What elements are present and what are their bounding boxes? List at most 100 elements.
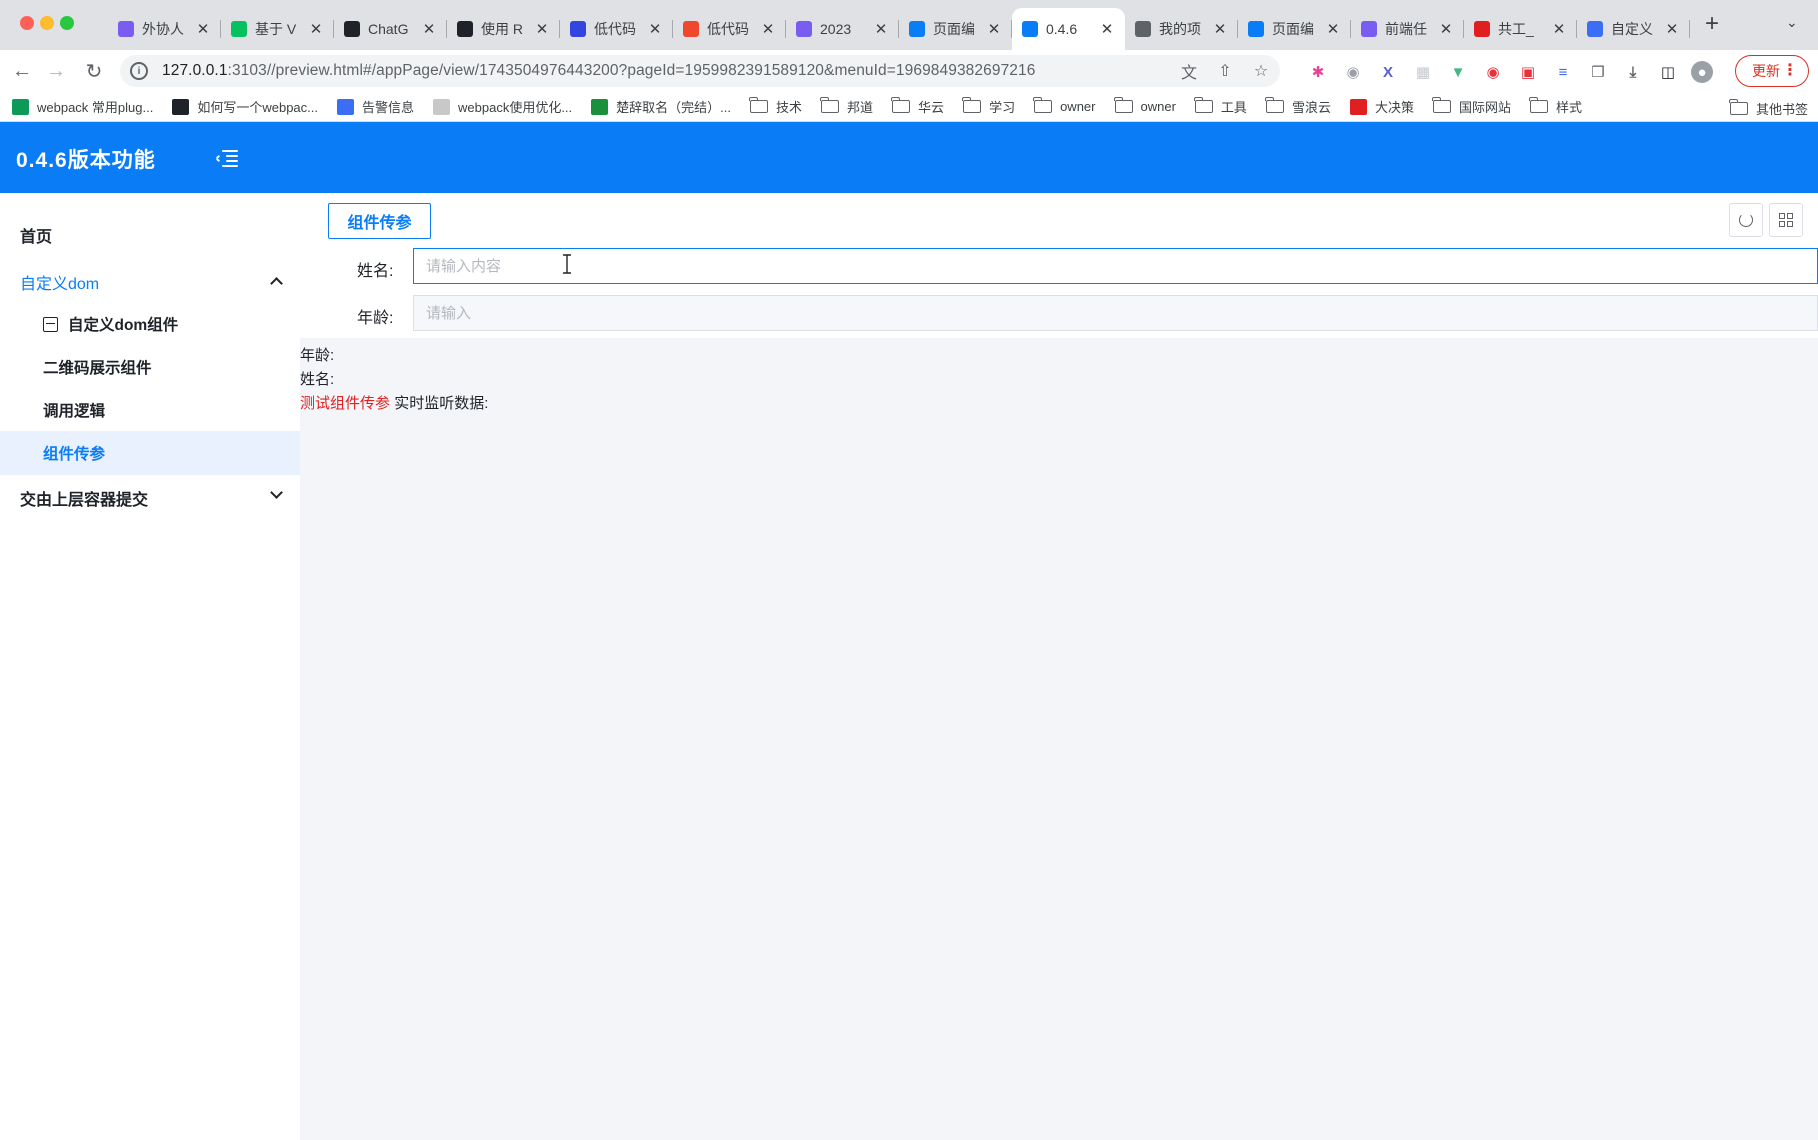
close-tab-icon[interactable]: ✕ bbox=[421, 20, 437, 38]
extension-grid-icon[interactable]: ▦ bbox=[1411, 61, 1435, 83]
bookmark-item[interactable]: 楚辞取名（完结）... bbox=[591, 97, 731, 116]
close-tab-icon[interactable]: ✕ bbox=[1664, 20, 1680, 38]
more-menu-icon[interactable]: ⋮ bbox=[1782, 60, 1798, 80]
browser-tab[interactable]: 共工_ ✕ bbox=[1464, 11, 1577, 47]
extension-layers-icon[interactable]: ≡ bbox=[1551, 61, 1575, 83]
tab-title: ChatG bbox=[368, 21, 409, 37]
sidebar-group-submit-to-parent[interactable]: 交由上层容器提交 bbox=[0, 476, 300, 520]
refresh-button[interactable] bbox=[1729, 203, 1763, 237]
extension-eye-icon[interactable]: ◉ bbox=[1341, 61, 1365, 83]
sidebar-group-label: 交由上层容器提交 bbox=[20, 492, 149, 509]
other-bookmarks[interactable]: 其他书签 bbox=[1729, 99, 1808, 118]
name-input[interactable] bbox=[413, 248, 1818, 284]
browser-tab[interactable]: 使用 R ✕ bbox=[447, 11, 560, 47]
sidebar-item-custom-dom-component[interactable]: 自定义dom组件 bbox=[0, 302, 300, 346]
side-panel-icon[interactable]: ◫ bbox=[1656, 61, 1680, 83]
extension-x-icon[interactable]: X bbox=[1376, 61, 1400, 83]
folder-icon bbox=[1033, 97, 1053, 113]
bookmark-item[interactable]: 雪浪云 bbox=[1265, 97, 1331, 116]
bookmark-item[interactable]: 工具 bbox=[1194, 97, 1247, 116]
bookmark-item[interactable]: 国际网站 bbox=[1432, 97, 1511, 116]
browser-tab[interactable]: 页面编 ✕ bbox=[1238, 11, 1351, 47]
close-tab-icon[interactable]: ✕ bbox=[1325, 20, 1341, 38]
close-window-button[interactable] bbox=[20, 16, 34, 30]
update-button[interactable]: 更新 ⋮ bbox=[1735, 55, 1809, 87]
reload-button[interactable]: ↻ bbox=[80, 57, 108, 85]
browser-tab[interactable]: 我的项 ✕ bbox=[1125, 11, 1238, 47]
age-input[interactable] bbox=[413, 295, 1818, 331]
bookmark-item[interactable]: owner bbox=[1113, 97, 1176, 114]
bookmark-item[interactable]: 邦道 bbox=[820, 97, 873, 116]
tab-search-chevron-icon[interactable]: ⌄ bbox=[1786, 14, 1798, 31]
bookmark-item[interactable]: 告警信息 bbox=[337, 97, 414, 116]
layout-grid-button[interactable] bbox=[1769, 203, 1803, 237]
address-bar[interactable]: i 127.0.0.1:3103//preview.html#/appPage/… bbox=[120, 55, 1280, 87]
browser-tab[interactable]: 基于 V ✕ bbox=[221, 11, 334, 47]
browser-tab[interactable]: 页面编 ✕ bbox=[899, 11, 1012, 47]
close-tab-icon[interactable]: ✕ bbox=[534, 20, 550, 38]
sidebar-item-call-logic[interactable]: 调用逻辑 bbox=[0, 388, 300, 432]
bookmark-item[interactable]: 学习 bbox=[962, 97, 1015, 116]
bookmark-item[interactable]: 华云 bbox=[891, 97, 944, 116]
browser-tab[interactable]: 0.4.6 ✕ bbox=[1012, 8, 1125, 50]
share-icon[interactable]: ⇧ bbox=[1214, 60, 1236, 82]
translate-icon[interactable]: 文 bbox=[1178, 60, 1200, 82]
close-tab-icon[interactable]: ✕ bbox=[1212, 20, 1228, 38]
output-name: 姓名: bbox=[300, 371, 335, 388]
bookmark-label: 告警信息 bbox=[362, 100, 415, 115]
bookmark-item[interactable]: owner bbox=[1033, 97, 1096, 114]
age-form-row: 年龄: bbox=[300, 290, 1818, 338]
close-tab-icon[interactable]: ✕ bbox=[760, 20, 776, 38]
sidebar-item-qrcode-component[interactable]: 二维码展示组件 bbox=[0, 345, 300, 389]
address-url[interactable]: 127.0.0.1:3103//preview.html#/appPage/vi… bbox=[162, 62, 1035, 80]
close-tab-icon[interactable]: ✕ bbox=[647, 20, 663, 38]
browser-tab[interactable]: 2023 ✕ bbox=[786, 11, 899, 47]
extension-vue-icon[interactable]: ▼ bbox=[1446, 61, 1470, 83]
close-tab-icon[interactable]: ✕ bbox=[308, 20, 324, 38]
extension-cube-icon[interactable]: ▣ bbox=[1516, 61, 1540, 83]
browser-tab[interactable]: 前端任 ✕ bbox=[1351, 11, 1464, 47]
collapse-menu-icon[interactable] bbox=[215, 150, 238, 168]
forward-button[interactable]: → bbox=[42, 57, 70, 85]
minimize-window-button[interactable] bbox=[40, 16, 54, 30]
wechat-icon bbox=[231, 21, 247, 37]
bookmark-label: 大决策 bbox=[1374, 100, 1414, 115]
tab-title: 0.4.6 bbox=[1046, 21, 1078, 37]
sidebar-item-home[interactable]: 首页 bbox=[0, 213, 300, 257]
zoom-window-button[interactable] bbox=[60, 16, 74, 30]
list-icon bbox=[796, 21, 812, 37]
tab-component-params[interactable]: 组件传参 bbox=[328, 203, 431, 239]
close-tab-icon[interactable]: ✕ bbox=[986, 20, 1002, 38]
close-tab-icon[interactable]: ✕ bbox=[1099, 20, 1115, 38]
bookmark-item[interactable]: webpack 常用plug... bbox=[12, 97, 153, 116]
update-label: 更新 bbox=[1752, 63, 1780, 79]
tab-list: 外协人 ✕ 基于 V ✕ ChatG ✕ 使用 R ✕ 低代码 ✕ 低代码 ✕ 2023 ✕ 页面编 ✕ 0.4… bbox=[108, 8, 1690, 50]
browser-tab[interactable]: 低代码 ✕ bbox=[560, 11, 673, 47]
bookmark-star-icon[interactable]: ☆ bbox=[1250, 60, 1272, 82]
browser-tab[interactable]: ChatG ✕ bbox=[334, 11, 447, 47]
browser-tab[interactable]: 外协人 ✕ bbox=[108, 11, 221, 47]
close-tab-icon[interactable]: ✕ bbox=[873, 20, 889, 38]
new-tab-button[interactable]: + bbox=[1698, 10, 1726, 38]
close-tab-icon[interactable]: ✕ bbox=[195, 20, 211, 38]
browser-toolbar: ← → ↻ i 127.0.0.1:3103//preview.html#/ap… bbox=[0, 50, 1818, 92]
browser-tab[interactable]: 低代码 ✕ bbox=[673, 11, 786, 47]
close-tab-icon[interactable]: ✕ bbox=[1551, 20, 1567, 38]
bookmark-item[interactable]: webpack使用优化... bbox=[433, 97, 572, 116]
sidebar-group-custom-dom[interactable]: 自定义dom bbox=[0, 260, 300, 304]
close-tab-icon[interactable]: ✕ bbox=[1438, 20, 1454, 38]
download-icon[interactable]: ⤓ bbox=[1621, 61, 1645, 83]
extension-shield-icon[interactable]: ◉ bbox=[1481, 61, 1505, 83]
back-button[interactable]: ← bbox=[8, 57, 36, 85]
profile-avatar-icon[interactable]: ● bbox=[1691, 61, 1713, 83]
site-info-icon[interactable]: i bbox=[130, 62, 148, 80]
sidebar-item-component-params[interactable]: 组件传参 bbox=[0, 431, 300, 475]
extension-colorful-icon[interactable]: ✱ bbox=[1306, 61, 1330, 83]
chevron-down-icon bbox=[270, 486, 283, 499]
extensions-puzzle-icon[interactable]: ❒ bbox=[1586, 61, 1610, 83]
bookmark-item[interactable]: 样式 bbox=[1529, 97, 1582, 116]
bookmark-item[interactable]: 技术 bbox=[749, 97, 802, 116]
bookmark-item[interactable]: 大决策 bbox=[1349, 97, 1414, 116]
browser-tab[interactable]: 自定义 ✕ bbox=[1577, 11, 1690, 47]
bookmark-item[interactable]: 如何写一个webpac... bbox=[172, 97, 318, 116]
